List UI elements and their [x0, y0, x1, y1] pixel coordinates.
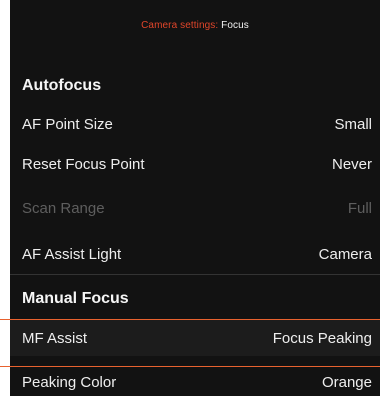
selection-line-bottom — [0, 366, 380, 367]
setting-value: Camera — [318, 245, 372, 263]
camera-settings-panel: Camera settings: Focus Autofocus AF Poin… — [10, 0, 380, 396]
section-title-autofocus: Autofocus — [22, 77, 102, 94]
setting-value: Full — [347, 199, 372, 217]
setting-row-af-point-size[interactable]: AF Point Size Small — [10, 106, 380, 142]
setting-row-af-assist-light[interactable]: AF Assist Light Camera — [10, 236, 380, 272]
breadcrumb: Camera settings: Focus — [10, 0, 380, 50]
setting-row-peaking-color[interactable]: Peaking Color Orange — [10, 364, 380, 396]
breadcrumb-parent: Camera settings: — [141, 19, 219, 31]
section-title-manual-focus: Manual Focus — [22, 290, 129, 307]
setting-label: Reset Focus Point — [22, 155, 145, 173]
setting-label: AF Point Size — [22, 115, 113, 133]
setting-value: Small — [334, 115, 372, 133]
setting-value: Focus Peaking — [272, 329, 372, 347]
setting-label: Scan Range — [22, 199, 105, 217]
setting-label: Peaking Color — [22, 373, 117, 391]
setting-value: Never — [331, 155, 372, 173]
setting-row-reset-focus-point[interactable]: Reset Focus Point Never — [10, 146, 380, 182]
setting-label: AF Assist Light — [22, 245, 122, 263]
setting-value: Orange — [321, 373, 372, 391]
section-divider — [10, 274, 380, 275]
setting-row-mf-assist[interactable]: MF Assist Focus Peaking — [10, 320, 380, 356]
setting-row-scan-range: Scan Range Full — [10, 190, 380, 226]
selection-line-top — [0, 319, 380, 320]
breadcrumb-current: Focus — [221, 19, 249, 31]
setting-label: MF Assist — [22, 329, 88, 347]
